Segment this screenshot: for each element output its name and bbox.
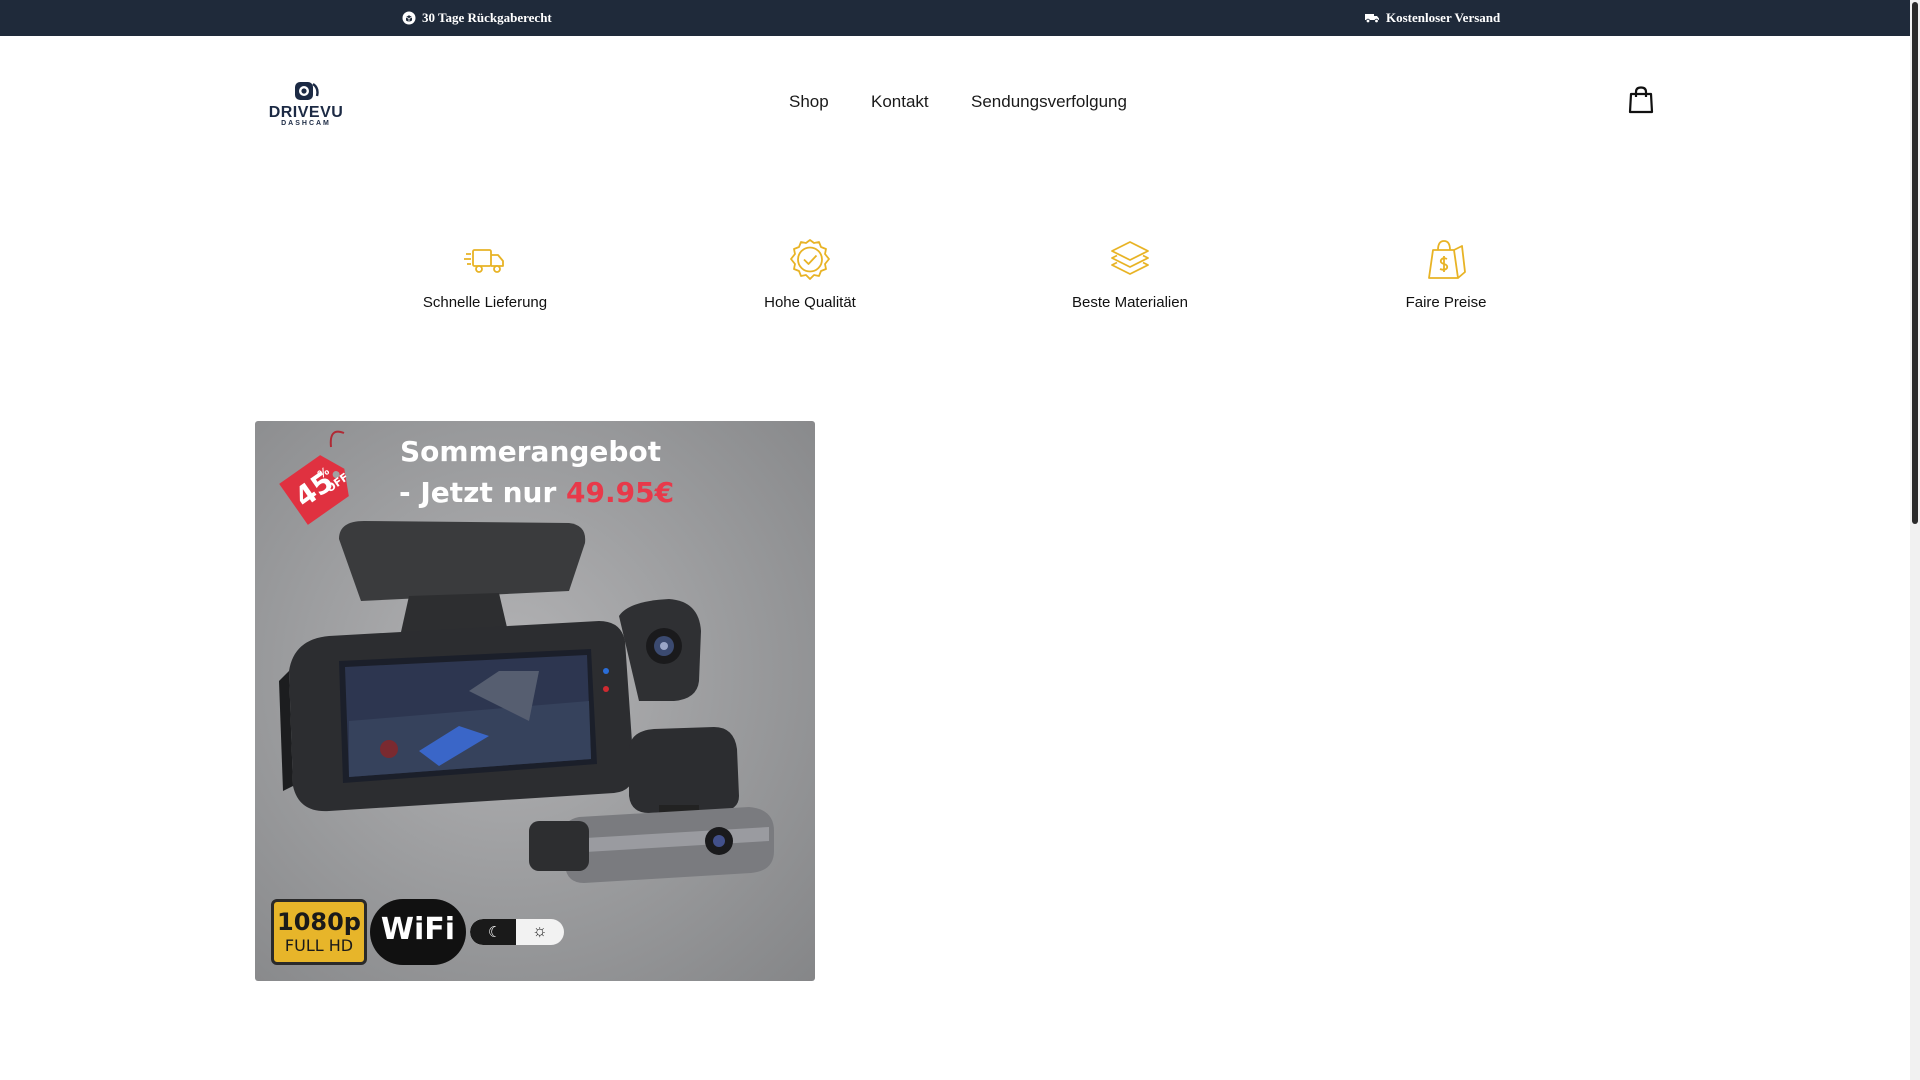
badge-wifi: WiFi	[370, 899, 466, 965]
feature-fair-prices: Faire Preise	[1326, 230, 1566, 311]
feature-label: Schnelle Lieferung	[422, 294, 548, 311]
feature-label: Hohe Qualität	[764, 294, 856, 311]
shipping-notice: Kostenloser Versand	[1365, 0, 1500, 36]
dashcam-illustration	[279, 521, 774, 883]
wifi-label: WiFi	[380, 912, 456, 947]
site-header: DRIVEVU DASHCAM Shop Kontakt Sendungsver…	[0, 36, 1910, 166]
product-image[interactable]: Sommerangebot - Jetzt nur 49.95€ 45 % OF…	[255, 421, 815, 981]
price-tag-dollar-icon	[1428, 240, 1466, 279]
fast-delivery-truck-icon	[464, 249, 504, 273]
scrollbar-thumb[interactable]	[1912, 2, 1918, 524]
promo-price-line: - Jetzt nur 49.95€	[399, 476, 674, 509]
moon-icon: ☾	[488, 924, 502, 941]
layers-icon	[1111, 241, 1149, 275]
main-nav: Shop Kontakt Sendungsverfolgung	[0, 36, 1910, 166]
badge-day-night: ☾ ☼	[470, 919, 564, 945]
quality-badge-check-icon	[790, 239, 830, 280]
returns-notice: 30 Tage Rückgaberecht	[402, 0, 552, 36]
badge-full-hd: 1080p FULL HD	[271, 899, 367, 965]
return-box-icon	[402, 11, 416, 25]
nav-kontakt[interactable]: Kontakt	[871, 92, 929, 112]
returns-text: 30 Tage Rückgaberecht	[422, 10, 552, 25]
feature-high-quality: Hohe Qualität	[690, 230, 930, 311]
features-row: Schnelle Lieferung Hohe Qualität Beste M…	[0, 230, 1910, 330]
promo-price: 49.95€	[566, 476, 675, 509]
shipping-text: Kostenloser Versand	[1386, 10, 1501, 25]
nav-shop[interactable]: Shop	[789, 92, 829, 112]
promo-headline: Sommerangebot	[400, 435, 662, 468]
shopping-bag-icon	[1628, 86, 1654, 114]
sun-icon: ☼	[532, 921, 548, 940]
nav-sendungsverfolgung[interactable]: Sendungsverfolgung	[971, 92, 1127, 112]
feature-fast-delivery: Schnelle Lieferung	[365, 230, 605, 311]
feature-best-materials: Beste Materialien	[1010, 230, 1250, 311]
cart-button[interactable]	[1628, 86, 1654, 114]
feature-label: Beste Materialien	[1072, 294, 1188, 311]
promo-price-prefix: - Jetzt nur	[399, 476, 567, 509]
badge-resolution: 1080p	[277, 908, 361, 936]
badge-resolution-sub: FULL HD	[284, 936, 354, 955]
announcement-bar: 30 Tage Rückgaberecht Kostenloser Versan…	[0, 0, 1910, 36]
scrollbar[interactable]	[1910, 0, 1920, 1080]
truck-icon	[1365, 12, 1380, 24]
feature-label: Faire Preise	[1405, 294, 1487, 311]
